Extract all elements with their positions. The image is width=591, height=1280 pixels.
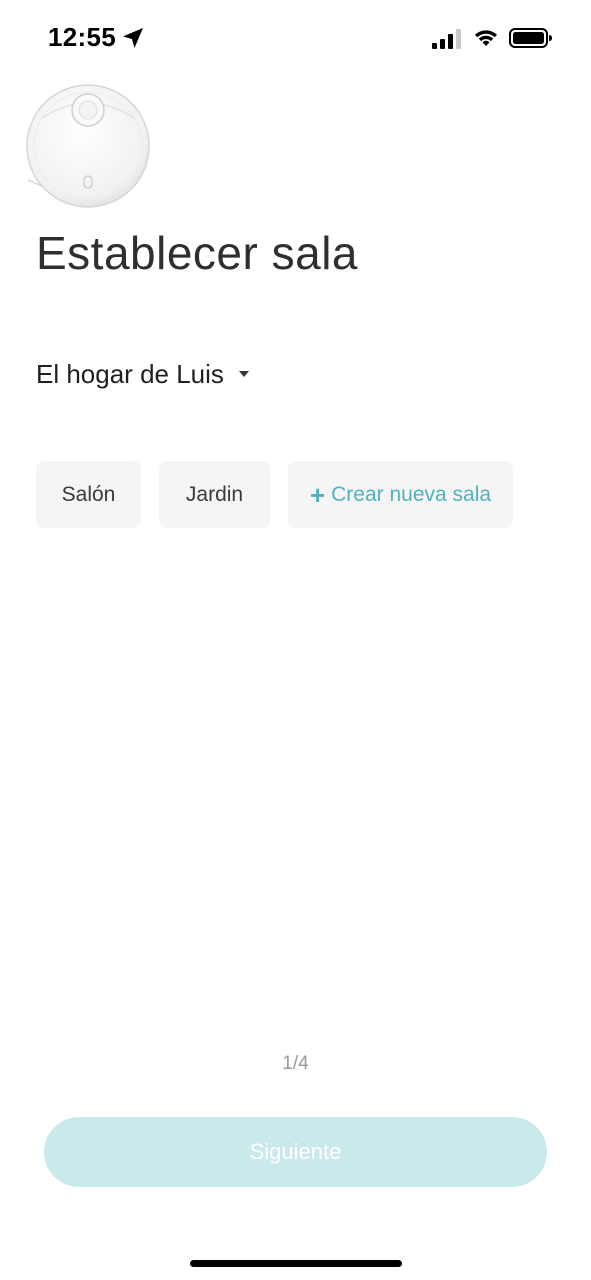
room-chip-salon[interactable]: Salón [36, 461, 141, 528]
wifi-icon [475, 30, 497, 46]
room-chip-label: Jardin [185, 482, 244, 506]
home-selector-label: El hogar de Luis [36, 358, 224, 389]
home-selector[interactable]: El hogar de Luis [36, 356, 250, 392]
status-time: 12:55 [48, 22, 116, 52]
robot-vacuum-image [26, 84, 150, 208]
chevron-down-icon [238, 371, 249, 377]
next-button[interactable]: Siguiente [44, 1117, 547, 1187]
create-room-label: Crear nueva sala [331, 482, 492, 506]
location-arrow-icon [123, 28, 143, 48]
room-chip-label: Salón [61, 482, 116, 506]
page-title: Establecer sala [36, 227, 358, 279]
plus-icon: + [309, 479, 326, 510]
battery-icon [509, 28, 552, 48]
room-chip-jardin[interactable]: Jardin [159, 461, 270, 528]
step-indicator: 1/4 [282, 1053, 309, 1074]
home-indicator[interactable] [190, 1260, 402, 1267]
room-chips: Salón Jardin + Crear nueva sala [36, 461, 513, 528]
create-room-button[interactable]: + Crear nueva sala [288, 461, 513, 528]
status-bar: 12:55 [0, 0, 591, 80]
cellular-signal-icon [432, 29, 461, 49]
